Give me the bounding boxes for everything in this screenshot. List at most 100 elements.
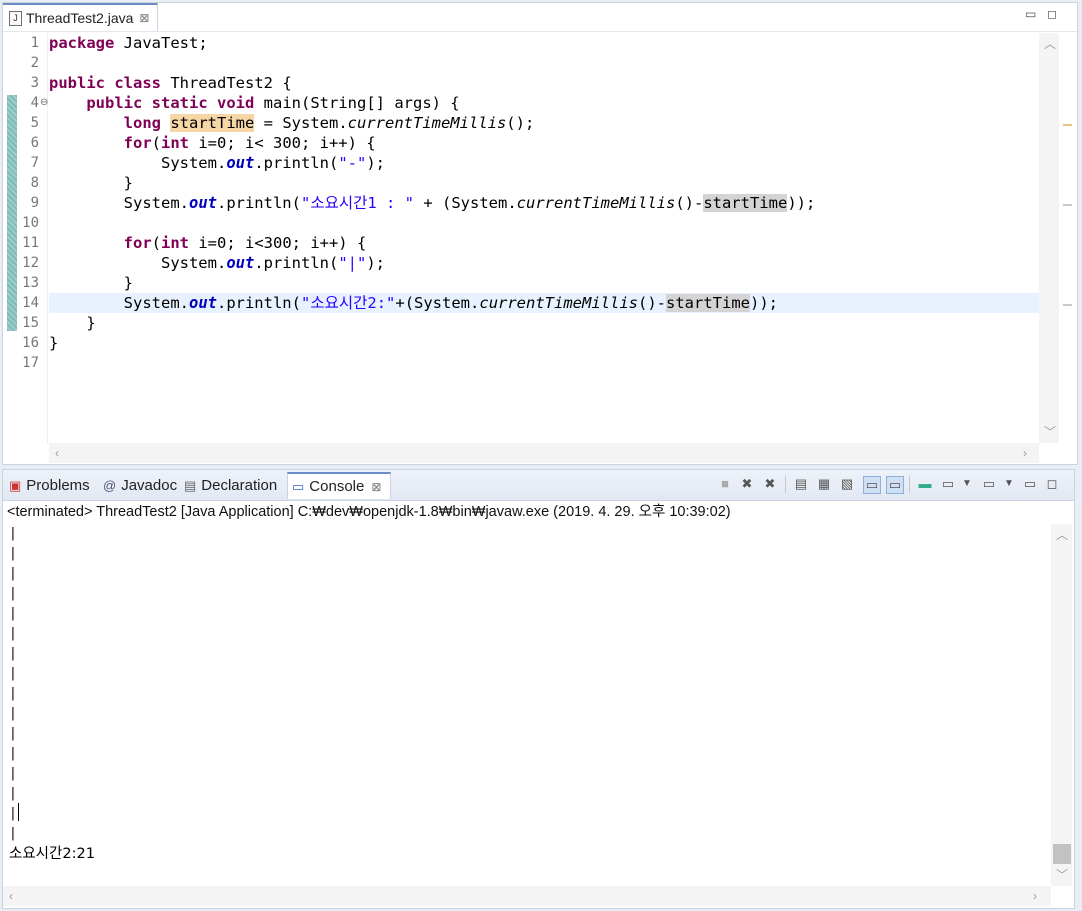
code-line-8: }: [123, 174, 133, 192]
chevron-down-icon[interactable]: ▼: [1001, 476, 1017, 492]
scroll-down-icon[interactable]: ﹀: [1056, 866, 1068, 883]
show-console-on-stdout-icon[interactable]: ▭: [863, 476, 881, 494]
output-line: |: [9, 686, 17, 701]
minimize-icon[interactable]: ▭: [1022, 476, 1038, 492]
scroll-up-icon[interactable]: ︿: [1044, 35, 1056, 52]
line-number: 10: [22, 215, 39, 231]
show-console-on-stderr-icon[interactable]: ▭: [886, 476, 904, 494]
remove-all-terminated-icon[interactable]: ✖: [762, 476, 778, 492]
line-number: 1: [30, 35, 39, 51]
output-line: |: [9, 726, 17, 741]
console-vertical-scrollbar[interactable]: ︿ ﹀: [1051, 524, 1072, 886]
open-console-icon[interactable]: ▭: [981, 476, 997, 492]
javadoc-icon: @: [103, 478, 117, 493]
bottom-panel: ▣ Problems @ Javadoc ▤ Declaration ▭ Con…: [2, 469, 1075, 909]
display-selected-console-icon[interactable]: ▭: [940, 476, 956, 492]
code-line-4: public static void main(String[] args) {: [86, 94, 460, 112]
panel-tab-bar: ▣ Problems @ Javadoc ▤ Declaration ▭ Con…: [3, 470, 1074, 501]
console-icon: ▭: [292, 478, 305, 494]
tab-declaration[interactable]: ▤ Declaration: [180, 472, 281, 499]
scroll-right-icon[interactable]: ›: [1023, 446, 1027, 460]
scroll-down-icon[interactable]: ﹀: [1044, 423, 1056, 440]
editor-horizontal-scrollbar[interactable]: ‹ ›: [49, 443, 1039, 463]
line-number: 5: [30, 115, 39, 131]
line-number: 9: [30, 195, 39, 211]
pin-console-icon[interactable]: ▬: [917, 476, 933, 492]
line-number: 15: [22, 315, 39, 331]
output-line: |: [9, 626, 17, 641]
scroll-left-icon[interactable]: ‹: [55, 446, 59, 460]
line-number: 17: [22, 355, 39, 371]
occurrence-highlight: startTime: [666, 294, 750, 312]
tab-label: Declaration: [201, 477, 278, 494]
code-line-16: }: [49, 334, 59, 352]
output-line: |: [9, 546, 17, 561]
tab-label: Javadoc: [121, 477, 178, 494]
terminate-icon[interactable]: ■: [717, 476, 733, 492]
output-line: |: [9, 786, 17, 801]
output-line: |: [9, 706, 17, 721]
line-number: 3: [30, 75, 39, 91]
output-line: |: [9, 606, 17, 621]
line-number: 6: [30, 135, 39, 151]
occurrence-marker[interactable]: [1063, 204, 1072, 206]
output-line: |: [9, 666, 17, 681]
code-line-9: System.out.println("소요시간1 : " + (System.…: [123, 194, 816, 212]
line-number: 11: [22, 235, 39, 251]
problems-icon: ▣: [9, 477, 22, 493]
code-line-7: System.out.println("-");: [160, 154, 385, 172]
scroll-left-icon[interactable]: ‹: [9, 889, 13, 903]
code-line-3: public class ThreadTest2 {: [49, 74, 292, 92]
close-icon[interactable]: ⊠: [371, 480, 381, 494]
occurrence-highlight: startTime: [703, 194, 788, 212]
scroll-up-icon[interactable]: ︿: [1056, 526, 1068, 543]
word-wrap-icon[interactable]: ▧: [839, 476, 855, 492]
occurrence-marker[interactable]: [1063, 124, 1072, 126]
line-number: 8: [30, 175, 39, 191]
editor-tab-threadtest2[interactable]: J ThreadTest2.java ⊠: [3, 3, 159, 31]
line-number: 12: [22, 255, 39, 271]
maximize-icon[interactable]: ◻: [1044, 476, 1060, 492]
console-output[interactable]: | | | | | | | | | | | | | | | | 소요시간2:21: [3, 524, 1051, 886]
maximize-icon[interactable]: ◻: [1047, 7, 1057, 21]
console-scroll-thumb[interactable]: [1053, 844, 1071, 864]
fold-collapse-icon[interactable]: ⊖: [40, 93, 48, 113]
tab-console[interactable]: ▭ Console ⊠: [287, 472, 391, 499]
java-file-icon: J: [9, 10, 22, 26]
editor-tab-label: ThreadTest2.java: [26, 10, 134, 26]
scroll-right-icon[interactable]: ›: [1033, 889, 1037, 903]
console-process-status: <terminated> ThreadTest2 [Java Applicati…: [7, 504, 731, 520]
close-icon[interactable]: ⊠: [139, 11, 149, 25]
code-line-15: }: [86, 314, 96, 332]
code-line-12: System.out.println("|");: [160, 254, 385, 272]
output-line: |: [9, 826, 17, 841]
tab-problems[interactable]: ▣ Problems: [5, 472, 94, 499]
output-line: |: [9, 526, 17, 541]
code-editor-text-area[interactable]: package JavaTest; public class ThreadTes…: [49, 33, 1039, 443]
line-number: 14: [22, 295, 39, 311]
chevron-down-icon[interactable]: ▼: [959, 476, 975, 492]
minimize-icon[interactable]: ▭: [1025, 7, 1036, 21]
line-number: 7: [30, 155, 39, 171]
console-horizontal-scrollbar[interactable]: ‹ ›: [3, 886, 1051, 906]
output-line: |: [9, 566, 17, 581]
remove-launch-icon[interactable]: ✖: [739, 476, 755, 492]
overview-ruler[interactable]: [1059, 33, 1077, 443]
editor-vertical-scrollbar[interactable]: ︿ ﹀: [1039, 33, 1059, 443]
output-line: |: [9, 806, 17, 821]
clear-console-icon[interactable]: ▤: [793, 476, 809, 492]
declaration-icon: ▤: [184, 477, 197, 493]
code-line-1: package JavaTest;: [49, 34, 208, 52]
line-number: 16: [22, 335, 39, 351]
code-line-5: long startTime = System.currentTimeMilli…: [123, 114, 535, 132]
output-line: |: [9, 746, 17, 761]
code-line-14: System.out.println("소요시간2:"+(System.curr…: [123, 294, 778, 312]
result-line: 소요시간2:21: [9, 846, 95, 862]
occurrence-marker[interactable]: [1063, 304, 1072, 306]
editor-tab-bar: J ThreadTest2.java ⊠ ▭ ◻: [3, 3, 1077, 32]
tab-label: Problems: [26, 477, 90, 494]
scroll-lock-icon[interactable]: ▦: [816, 476, 832, 492]
quick-diff-change-bar: [7, 95, 17, 331]
text-caret: [18, 803, 19, 821]
tab-javadoc[interactable]: @ Javadoc: [99, 472, 181, 499]
